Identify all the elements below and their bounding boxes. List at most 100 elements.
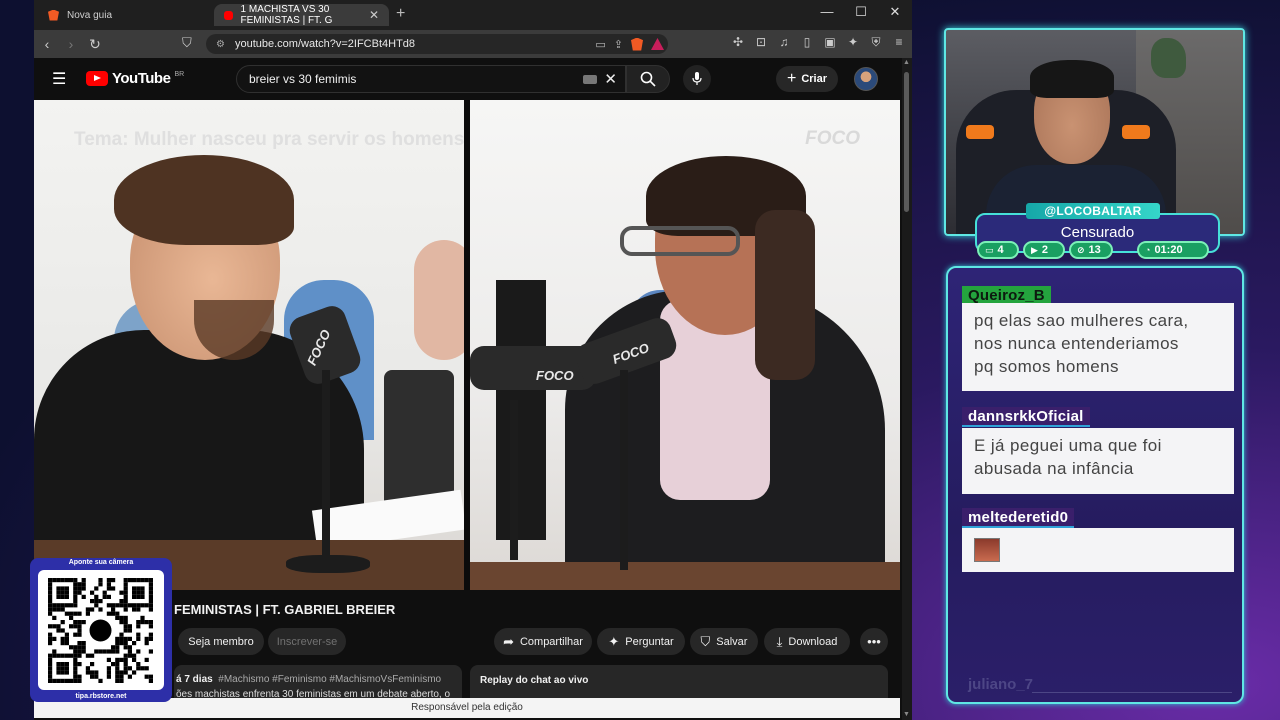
more-actions-button[interactable]: ••• <box>860 628 888 655</box>
sidebar-icon[interactable]: ▯ <box>800 35 814 50</box>
scroll-down-icon[interactable]: ▼ <box>903 711 910 718</box>
forward-button[interactable]: › <box>60 36 82 52</box>
watermark-line <box>1032 692 1232 693</box>
background-person <box>414 240 464 360</box>
youtube-logo[interactable]: YouTube BR <box>86 70 184 87</box>
download-button[interactable]: ⤓ Download <box>764 628 850 655</box>
search-button[interactable] <box>626 65 670 93</box>
vpn-icon[interactable]: ⛨ <box>869 35 883 50</box>
create-button[interactable]: + Criar <box>776 66 838 92</box>
mic-stand <box>510 400 518 560</box>
bookmark-icon: ⛉ <box>700 633 711 649</box>
clear-search-icon[interactable]: ✕ <box>604 70 617 88</box>
join-label: Seja membro <box>188 635 254 648</box>
link-badge: ⊘ 13 <box>1069 241 1113 259</box>
bookmark-icon[interactable]: ⛉ <box>182 35 192 51</box>
video-brand-logo: FOCO <box>805 128 860 149</box>
chat-message-line: pq somos homens <box>974 357 1119 376</box>
ask-button[interactable]: ✦ Perguntar <box>597 628 685 655</box>
emote-image <box>974 538 1000 562</box>
save-button[interactable]: ⛉ Salvar <box>690 628 758 655</box>
woman-braids <box>755 210 815 380</box>
back-button[interactable]: ‹ <box>36 36 58 52</box>
search-icon <box>640 71 656 87</box>
timer-value: 01:20 <box>1154 244 1183 256</box>
tab-youtube-video[interactable]: 1 MACHISTA VS 30 FEMINISTAS | FT. G ✕ <box>214 4 389 26</box>
youtube-icon <box>224 10 233 20</box>
brave-shield-icon[interactable] <box>631 37 643 51</box>
search-input[interactable]: breier vs 30 femimis ✕ <box>236 65 626 93</box>
woman-glasses <box>620 226 740 256</box>
download-label: Download <box>788 635 838 648</box>
qr-bottom-text: tipa.rbstore.net <box>75 693 127 700</box>
qr-code <box>38 570 164 690</box>
channel-name-tag: @LOCOBALTAR <box>1026 203 1160 219</box>
new-tab-button[interactable]: + <box>396 5 405 23</box>
tab-new-guide[interactable]: Nova guia <box>38 4 214 26</box>
share-icon: ➦ <box>503 633 514 649</box>
chat-message: E já peguei uma que foi abusada na infân… <box>962 428 1234 494</box>
timer-badge: ◔ 01:20 <box>1137 241 1209 259</box>
download-icon: ⤓ <box>776 633 783 649</box>
share-label: Compartilhar <box>519 635 583 648</box>
youtube-play-icon <box>86 71 108 86</box>
share-icon[interactable]: ⇪ <box>614 38 623 51</box>
chat-message-line: abusada na infância <box>974 459 1134 478</box>
video-theme-text: Tema: Mulher nasceu pra servir os homens <box>74 129 464 150</box>
page-scrollbar[interactable]: ▲ ▼ <box>902 58 912 720</box>
cast-icon[interactable]: ▭ <box>595 38 605 51</box>
channel-name: @LOCOBALTAR <box>1044 204 1142 218</box>
qr-top-text: Aponte sua câmera <box>68 559 134 566</box>
subscribe-label: Inscrever-se <box>276 635 338 648</box>
background-person <box>496 280 546 540</box>
mic-base <box>286 555 370 573</box>
minimize-button[interactable]: — <box>810 4 844 20</box>
ask-label: Perguntar <box>625 635 674 648</box>
microphone-icon <box>692 72 702 85</box>
logo-country: BR <box>174 71 185 78</box>
join-button[interactable]: Seja membro <box>178 628 264 655</box>
subscribe-button[interactable]: Inscrever-se <box>268 628 346 655</box>
wallet-icon[interactable]: ▣ <box>823 35 837 50</box>
maximize-button[interactable]: ☐ <box>844 4 878 20</box>
chat-watermark: juliano_7 <box>968 676 1034 693</box>
tab-bar: Nova guia 1 MACHISTA VS 30 FEMINISTAS | … <box>34 0 912 30</box>
video-player[interactable]: Tema: Mulher nasceu pra servir os homens… <box>34 100 900 590</box>
address-bar[interactable]: ⚙ youtube.com/watch?v=2IFCBt4HTd8 ▭ ⇪ <box>206 34 668 54</box>
screenshot-icon[interactable]: ⊡ <box>754 35 768 50</box>
window-controls: — ☐ ✕ <box>810 4 912 20</box>
site-settings-icon[interactable]: ⚙ <box>216 39 225 50</box>
leo-ai-icon[interactable]: ✦ <box>846 35 860 50</box>
close-window-button[interactable]: ✕ <box>878 4 912 20</box>
share-button[interactable]: ➦ Compartilhar <box>494 628 592 655</box>
chat-message: pq elas sao mulheres cara, nos nunca ent… <box>962 303 1234 391</box>
footer-text: Responsável pela edição <box>411 702 523 713</box>
video-right-panel: FOCO FOCO FOCO <box>470 100 900 590</box>
menu-icon[interactable]: ≡ <box>892 35 906 50</box>
voice-search-button[interactable] <box>683 65 711 93</box>
qr-center-logo <box>89 619 112 642</box>
link-count: 13 <box>1088 244 1101 256</box>
keyboard-icon[interactable] <box>583 75 597 84</box>
account-avatar[interactable] <box>854 67 878 91</box>
guide-menu-icon[interactable]: ☰ <box>52 69 66 89</box>
video-badge: ▶ 2 <box>1023 241 1065 259</box>
chat-message-line: nos nunca entenderiamos <box>974 334 1179 353</box>
toolbar-right-icons: ✣ ⊡ ♫ ▯ ▣ ✦ ⛨ ≡ <box>731 35 906 50</box>
close-tab-icon[interactable]: ✕ <box>369 8 379 22</box>
music-icon[interactable]: ♫ <box>777 35 791 50</box>
address-bar-icons: ▭ ⇪ <box>595 37 664 51</box>
video-age: á 7 dias <box>176 674 213 685</box>
desk <box>470 562 900 590</box>
chat-message <box>962 528 1234 572</box>
tab-title: Nova guia <box>67 9 113 21</box>
extensions-icon[interactable]: ✣ <box>731 35 745 50</box>
search-query: breier vs 30 femimis <box>249 72 357 86</box>
scroll-up-icon[interactable]: ▲ <box>903 59 910 66</box>
video-tags: #Machismo #Feminismo #MachismoVsFeminism… <box>218 674 442 685</box>
reload-button[interactable]: ↻ <box>84 36 106 53</box>
brave-icon <box>48 9 59 21</box>
scroll-thumb[interactable] <box>904 72 909 212</box>
chat-username: dannsrkkOficial <box>962 407 1090 427</box>
brave-rewards-icon[interactable] <box>651 38 664 50</box>
